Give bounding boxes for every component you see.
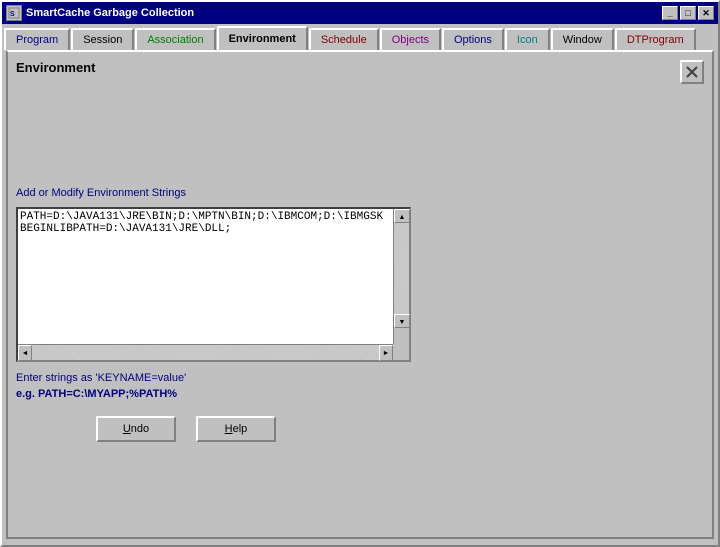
env-textarea-container: PATH=D:\JAVA131\JRE\BIN;D:\MPTN\BIN;D:\I… [16,207,411,362]
tab-icon[interactable]: Icon [505,28,550,50]
env-textarea[interactable]: PATH=D:\JAVA131\JRE\BIN;D:\MPTN\BIN;D:\I… [18,209,391,342]
scrollbar-horizontal[interactable] [18,344,393,360]
title-bar: S SmartCache Garbage Collection _ □ ✕ [2,2,718,24]
scroll-track-v[interactable] [394,223,409,328]
arrow-right-icon [383,348,390,357]
content-area: Environment Add or Modify Environment St… [6,50,714,539]
scroll-up-button[interactable] [394,209,410,223]
tab-session[interactable]: Session [71,28,134,50]
scroll-left-button[interactable] [18,345,32,361]
help-context-button[interactable] [680,60,704,84]
scroll-right-button[interactable] [379,345,393,361]
tab-dtprogram[interactable]: DTProgram [615,28,696,50]
arrow-down-icon [399,317,406,326]
hint-text-1: Enter strings as 'KEYNAME=value' [16,372,704,384]
maximize-button[interactable]: □ [680,6,696,20]
tab-options[interactable]: Options [442,28,504,50]
close-button[interactable]: ✕ [698,6,714,20]
buttons-row: Undo Help [96,416,704,442]
minimize-button[interactable]: _ [662,6,678,20]
panel-title: Environment [16,60,95,75]
tab-window[interactable]: Window [551,28,614,50]
arrow-left-icon [22,348,29,357]
tab-objects[interactable]: Objects [380,28,441,50]
svg-text:S: S [10,11,15,18]
tab-association[interactable]: Association [135,28,215,50]
main-window: S SmartCache Garbage Collection _ □ ✕ Pr… [0,0,720,547]
title-bar-buttons: _ □ ✕ [662,6,714,20]
tab-schedule[interactable]: Schedule [309,28,379,50]
scrollbar-corner [393,344,409,360]
hint-text-2: e.g. PATH=C:\MYAPP;%PATH% [16,388,704,400]
section-label: Add or Modify Environment Strings [16,187,704,199]
undo-button[interactable]: Undo [96,416,176,442]
tabs-bar: Program Session Association Environment … [2,24,718,50]
tab-environment[interactable]: Environment [217,26,308,50]
window-icon: S [6,5,22,21]
scrollbar-vertical[interactable] [393,209,409,344]
window-title: SmartCache Garbage Collection [26,7,194,19]
arrow-up-icon [399,212,406,221]
scroll-track-h[interactable] [32,345,379,360]
scroll-down-button[interactable] [394,314,410,328]
help-button[interactable]: Help [196,416,276,442]
title-bar-left: S SmartCache Garbage Collection [6,5,194,21]
tab-program[interactable]: Program [4,28,70,50]
